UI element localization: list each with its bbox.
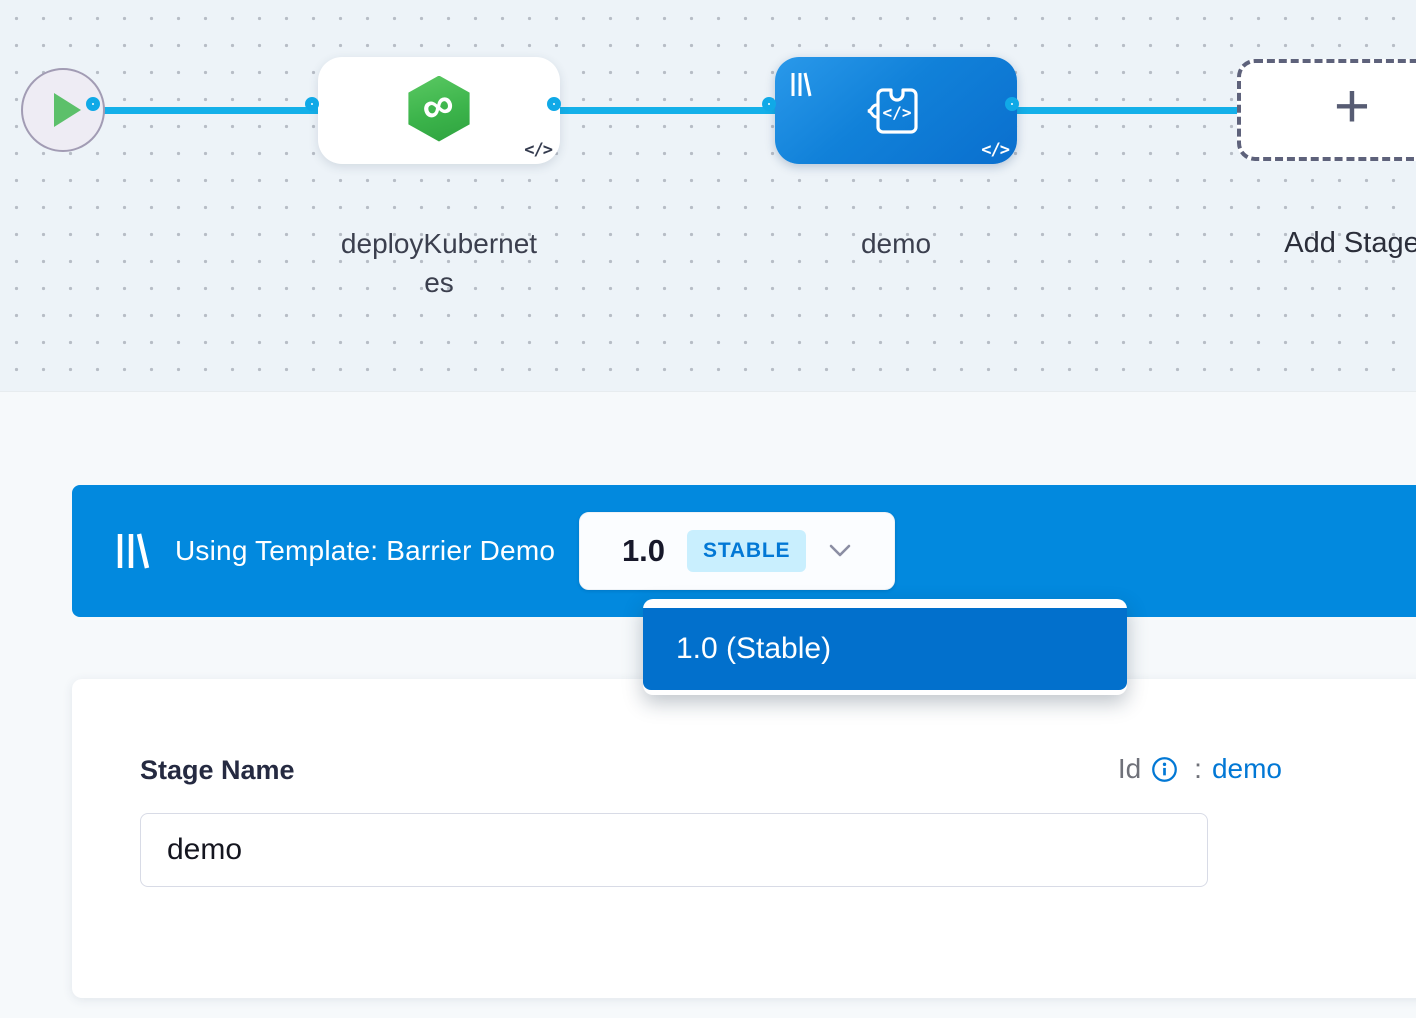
stage-label-demo: demo: [775, 224, 1017, 263]
stage-id-label: Id: [1118, 753, 1141, 785]
version-dropdown-menu: 1.0 (Stable): [643, 599, 1127, 695]
stable-badge: STABLE: [687, 530, 806, 572]
template-version-select[interactable]: 1.0 STABLE: [579, 512, 895, 590]
add-stage-button[interactable]: +: [1237, 59, 1416, 161]
info-icon[interactable]: [1151, 756, 1178, 783]
template-version-value: 1.0: [622, 533, 665, 569]
connector-port[interactable]: [1005, 97, 1019, 111]
green-hexagon-infinity-icon: ∞: [405, 76, 473, 142]
code-icon: </>: [981, 140, 1009, 160]
code-icon: </>: [524, 140, 552, 160]
version-option-stable[interactable]: 1.0 (Stable): [643, 608, 1127, 690]
connector-port[interactable]: [762, 97, 776, 111]
pipeline-canvas[interactable]: ∞ </> </> </> +: [0, 0, 1416, 392]
stage-node-deploykubernetes[interactable]: ∞ </>: [318, 57, 560, 164]
stage-id-value: demo: [1212, 753, 1282, 785]
svg-text:</>: </>: [883, 103, 912, 122]
infinity-icon: ∞: [416, 80, 461, 137]
plus-icon: +: [1334, 76, 1370, 144]
chevron-down-icon: [828, 544, 852, 558]
template-library-icon: [115, 530, 151, 572]
connector-edge: [90, 107, 322, 114]
connector-edge: [1012, 107, 1250, 114]
pipeline-editor: ∞ </> </> </> +: [0, 0, 1416, 1018]
template-library-icon: [790, 71, 812, 98]
stage-overview-card: Stage Name Id : demo: [72, 679, 1416, 998]
connector-edge: [552, 107, 784, 114]
connector-port[interactable]: [547, 97, 561, 111]
connector-port[interactable]: [86, 97, 100, 111]
stage-name-input[interactable]: [140, 813, 1208, 887]
stage-label-deploykubernetes: deployKubernet es: [299, 224, 579, 302]
stage-node-demo[interactable]: </> </>: [775, 57, 1017, 164]
stage-id-separator: :: [1194, 753, 1202, 785]
stage-name-label: Stage Name: [140, 755, 295, 786]
stage-id-row: Id : demo: [982, 753, 1282, 785]
template-custom-stage-icon: </>: [863, 82, 929, 140]
add-stage-label: Add Stage: [1240, 224, 1416, 263]
template-banner: Using Template: Barrier Demo 1.0 STABLE: [72, 485, 1416, 617]
connector-port[interactable]: [305, 97, 319, 111]
template-banner-title: Using Template: Barrier Demo: [175, 535, 555, 567]
play-icon: [54, 93, 81, 127]
